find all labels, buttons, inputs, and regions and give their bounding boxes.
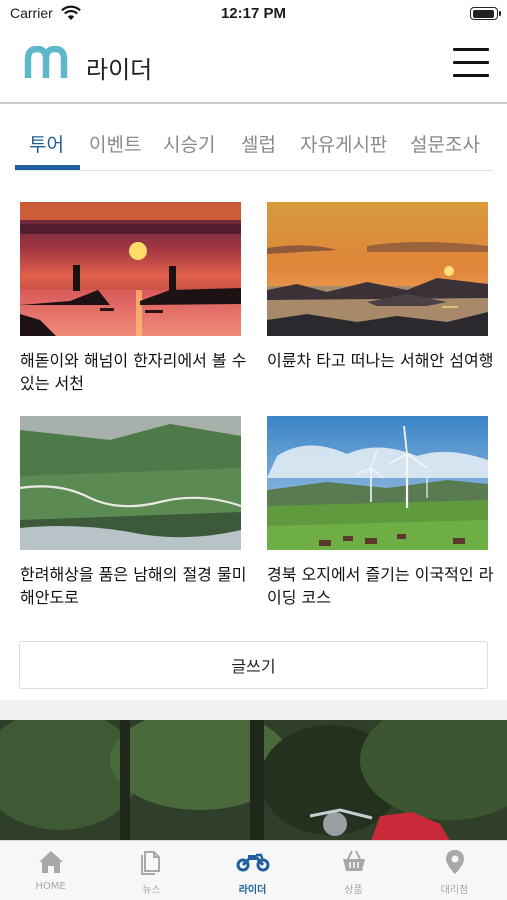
battery-icon (470, 7, 501, 20)
tab-survey[interactable]: 설문조사 (410, 130, 480, 157)
nav-label: 라이더 (238, 885, 267, 896)
app-logo (24, 46, 68, 78)
tab-celeb[interactable]: 셀럽 (241, 130, 276, 157)
home-icon (38, 851, 63, 873)
nav-label: 상품 (344, 885, 363, 896)
post-thumbnail (20, 416, 241, 550)
app-header: 라이더 (0, 30, 507, 104)
post-title: 해돋이와 해넘이 한자리에서 볼 수 있는 서천 (20, 351, 247, 393)
location-pin-icon (445, 850, 464, 874)
page-title: 라이더 (86, 56, 153, 84)
category-tabs: 투어 이벤트 시승기 셀럽 자유게시판 설문조사 (15, 118, 493, 171)
news-icon (140, 851, 160, 875)
post-thumbnail (267, 202, 488, 336)
nav-news[interactable]: 뉴스 (101, 841, 202, 900)
nav-home[interactable]: HOME (0, 841, 101, 900)
active-tab-indicator (15, 165, 80, 170)
post-title: 이륜차 타고 떠나는 서해안 섬여행 (267, 351, 494, 370)
write-post-button[interactable]: 글쓰기 (19, 641, 488, 689)
tab-free-board[interactable]: 자유게시판 (300, 130, 387, 157)
post-title: 경북 오지에서 즐기는 이국적인 라이딩 코스 (267, 565, 494, 607)
post-title: 한려해상을 품은 남해의 절경 물미해안도로 (20, 565, 247, 607)
status-bar: Carrier 12:17 PM (0, 0, 507, 30)
nav-dealers[interactable]: 대리점 (404, 841, 505, 900)
tab-test-ride[interactable]: 시승기 (163, 130, 215, 157)
motorcycle-icon (236, 853, 269, 872)
post-thumbnail (267, 416, 488, 550)
clock: 12:17 PM (220, 5, 287, 22)
basket-icon (342, 850, 365, 871)
nav-label: HOME (35, 881, 66, 892)
post-thumbnail (20, 202, 241, 336)
nav-label: 대리점 (440, 885, 469, 896)
tab-tour[interactable]: 투어 (29, 130, 64, 157)
nav-products[interactable]: 상품 (303, 841, 404, 900)
hamburger-menu-icon[interactable] (453, 48, 489, 78)
bottom-tab-bar: HOME 뉴스 라이더 상품 대리점 (0, 840, 507, 900)
section-divider (0, 700, 507, 720)
nav-label: 뉴스 (142, 885, 161, 896)
banner-image[interactable] (0, 720, 507, 844)
rider-screen: Carrier 12:17 PM 라이더 투어 이벤트 시승기 셀럽 자유게시판… (0, 0, 507, 900)
nav-rider[interactable]: 라이더 (202, 841, 303, 900)
tab-event[interactable]: 이벤트 (89, 130, 141, 157)
